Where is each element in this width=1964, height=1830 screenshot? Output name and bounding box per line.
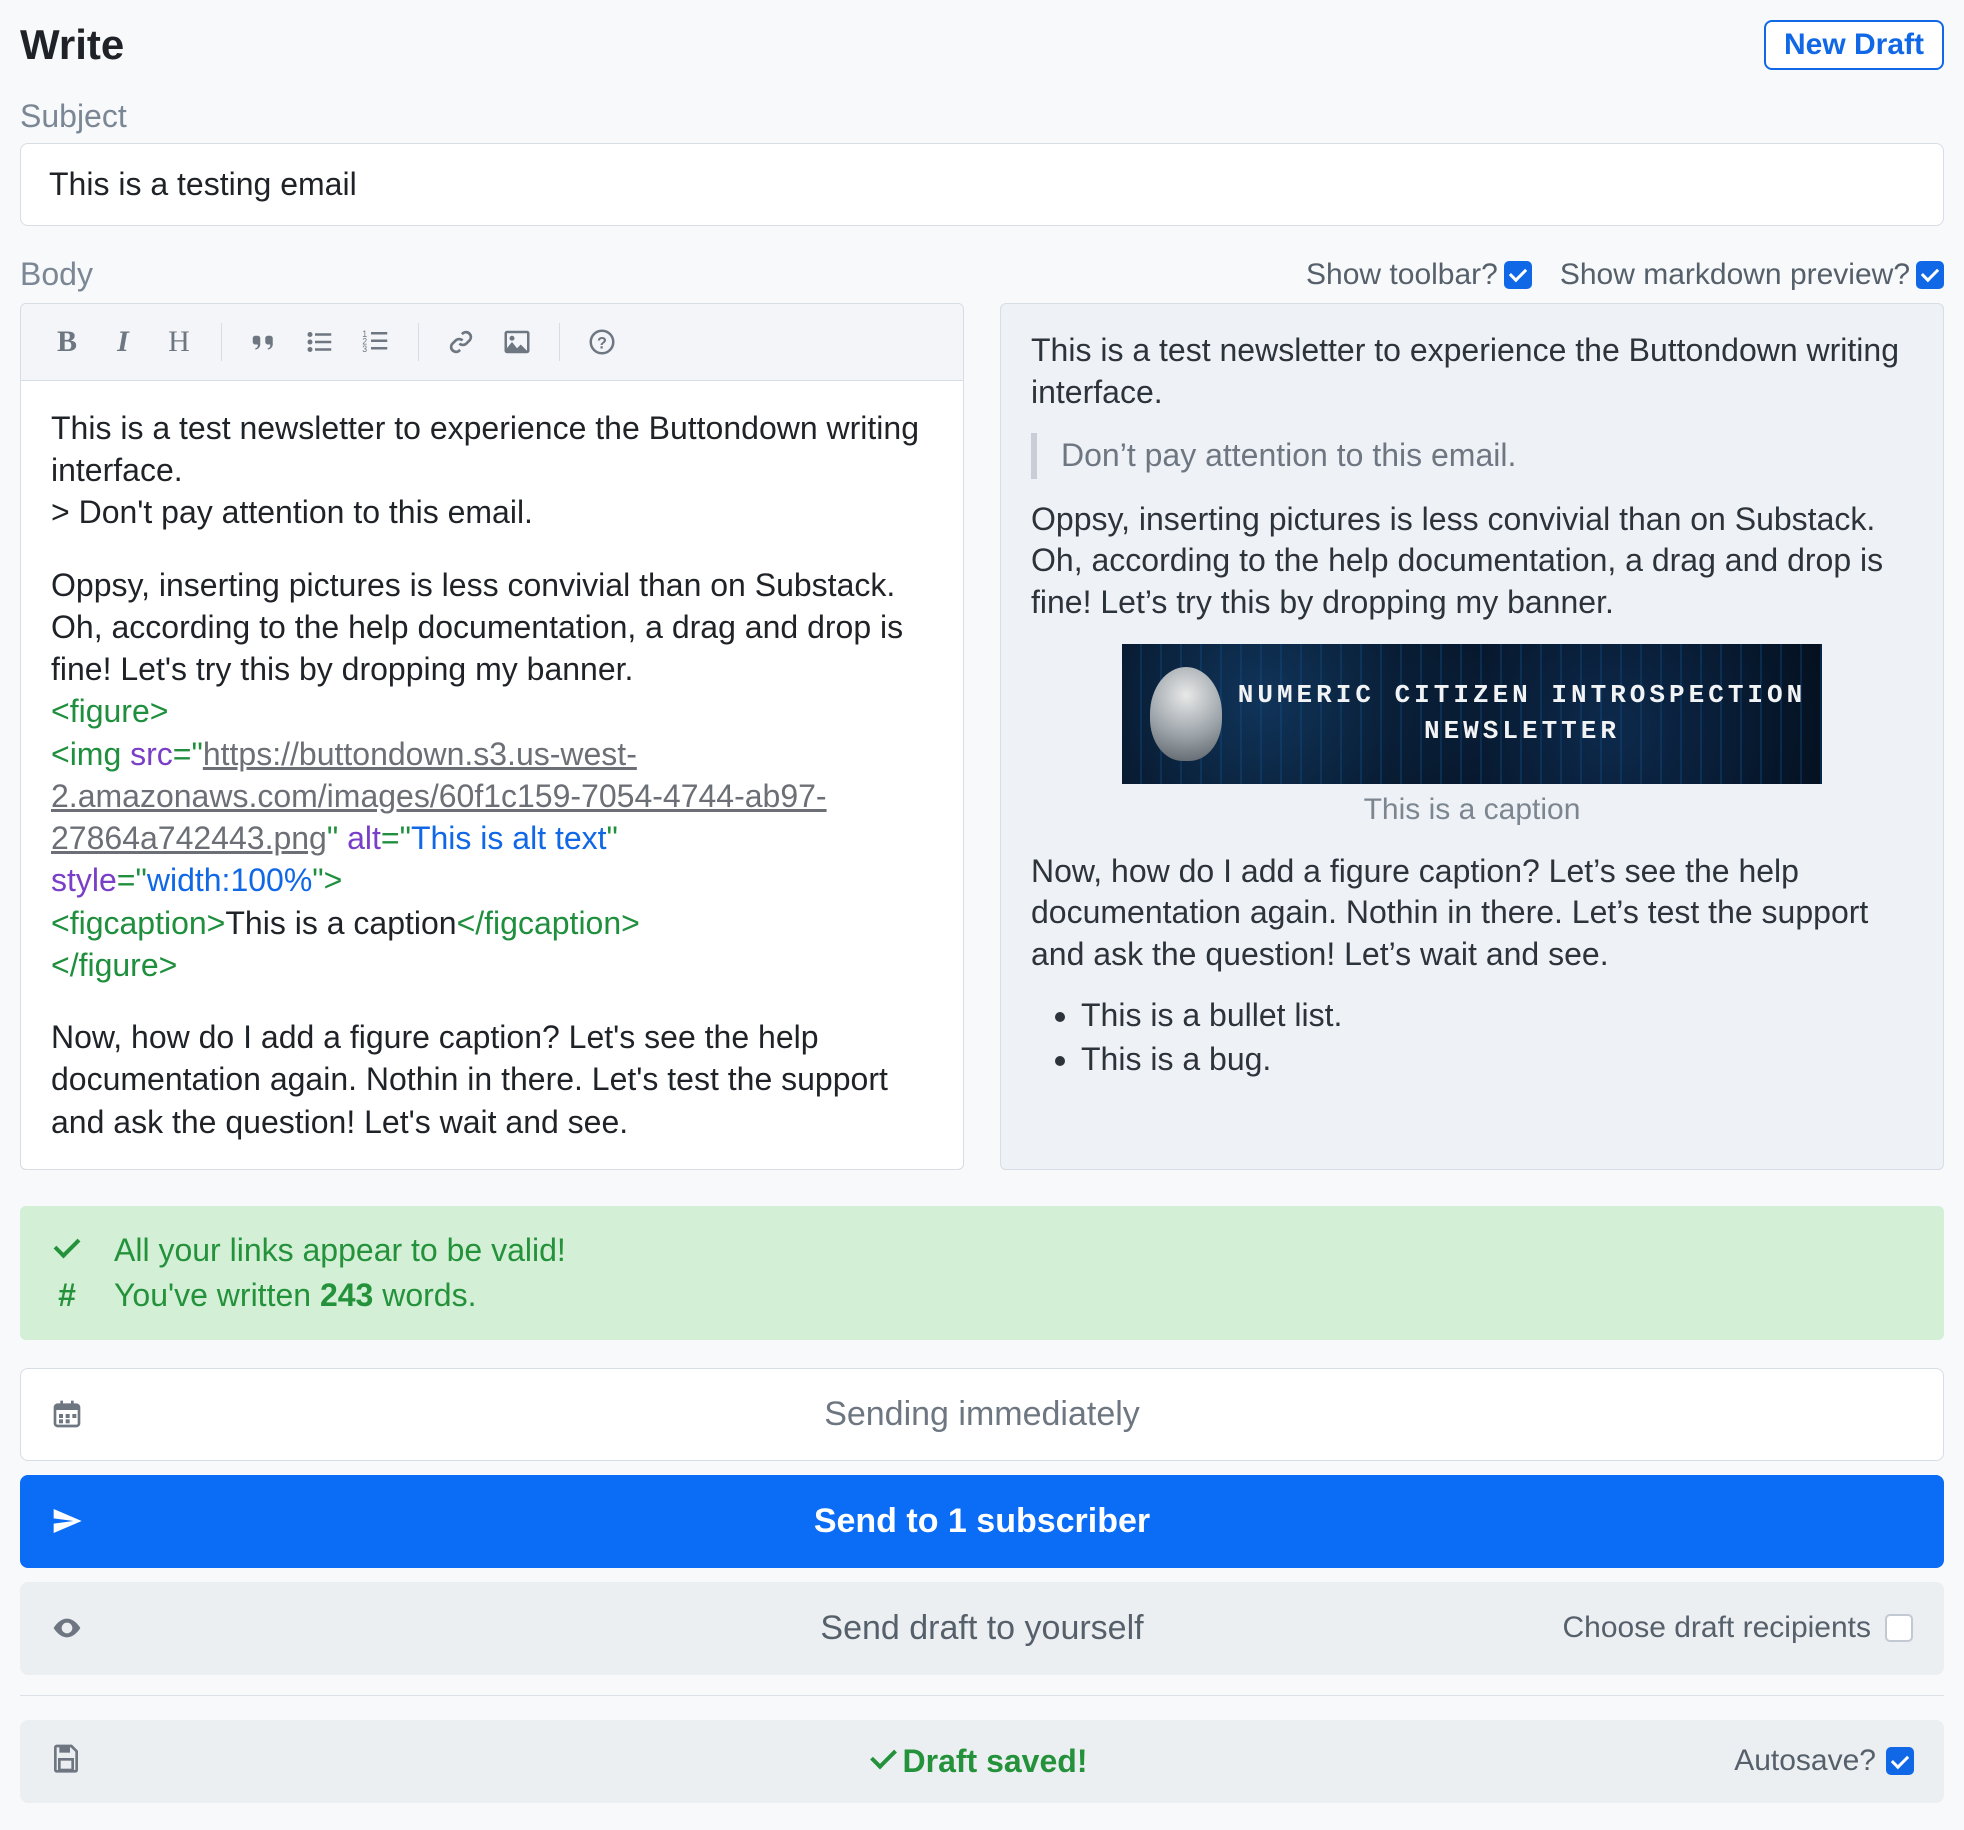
ul-button[interactable] <box>292 320 348 364</box>
preview-blockquote: Don’t pay attention to this email. <box>1031 433 1913 479</box>
image-icon <box>502 327 532 357</box>
schedule-button[interactable]: Sending immediately <box>20 1368 1944 1461</box>
image-button[interactable] <box>489 320 545 364</box>
editor-line: Oppsy, inserting pictures is less conviv… <box>51 564 933 691</box>
ul-icon <box>305 327 335 357</box>
preview-banner-image: NUMERIC CITIZEN INTROSPECTION NEWSLETTER <box>1122 644 1822 784</box>
send-draft-self-button[interactable]: Send draft to yourself Choose draft reci… <box>20 1582 1944 1675</box>
separator <box>20 1695 1944 1696</box>
editor-punct: =" <box>117 862 147 898</box>
editor-textarea[interactable]: This is a test newsletter to experience … <box>21 381 963 1169</box>
draft-saved-label: Draft saved! <box>903 1743 1088 1780</box>
send-button[interactable]: Send to 1 subscriber <box>20 1475 1944 1568</box>
bold-button[interactable]: B <box>39 320 95 364</box>
check-icon <box>877 1743 891 1780</box>
editor-line: This is a test newsletter to experience … <box>51 407 933 491</box>
preview-bullet: This is a bullet list. <box>1081 995 1913 1037</box>
editor-attr: alt <box>347 820 381 856</box>
editor-line: > Don't pay attention to this email. <box>51 491 933 533</box>
check-icon <box>48 1232 86 1269</box>
show-toolbar-checkbox[interactable] <box>1504 261 1532 289</box>
preview-paragraph: Oppsy, inserting pictures is less conviv… <box>1031 499 1913 624</box>
preview-paragraph: Now, how do I add a figure caption? Let’… <box>1031 851 1913 976</box>
subject-input[interactable] <box>20 143 1944 226</box>
editor-punct: " <box>327 820 347 856</box>
quote-icon <box>249 327 279 357</box>
quote-button[interactable] <box>236 320 292 364</box>
ol-icon: 123 <box>361 327 391 357</box>
show-preview-label: Show markdown preview? <box>1560 258 1910 292</box>
links-valid-text: All your links appear to be valid! <box>114 1232 566 1269</box>
choose-recipients-checkbox[interactable] <box>1885 1614 1913 1642</box>
choose-recipients-label[interactable]: Choose draft recipients <box>1563 1611 1872 1645</box>
link-button[interactable] <box>433 320 489 364</box>
subject-label: Subject <box>20 98 1944 135</box>
preview-paragraph: This is a test newsletter to experience … <box>1031 330 1913 413</box>
body-label: Body <box>20 256 93 293</box>
banner-face-graphic <box>1150 667 1222 761</box>
editor-line: Now, how do I add a figure caption? Let'… <box>51 1016 933 1143</box>
schedule-label: Sending immediately <box>824 1395 1140 1434</box>
autosave-label: Autosave? <box>1734 1744 1876 1778</box>
word-count-text: You've written 243 words. <box>114 1277 476 1314</box>
link-icon <box>446 327 476 357</box>
editor-tag: </figcaption> <box>457 905 640 941</box>
eye-icon <box>51 1612 83 1644</box>
editor-text: This is a caption <box>225 905 456 941</box>
status-box: All your links appear to be valid! # You… <box>20 1206 1944 1340</box>
page-title: Write <box>20 21 124 69</box>
new-draft-button[interactable]: New Draft <box>1764 20 1944 70</box>
heading-button[interactable]: H <box>151 320 207 364</box>
calendar-icon <box>51 1398 83 1430</box>
editor-punct: =" <box>381 820 411 856</box>
editor-attrval: width:100% <box>147 862 312 898</box>
banner-text: NUMERIC CITIZEN INTROSPECTION NEWSLETTER <box>1238 678 1806 748</box>
svg-text:3: 3 <box>362 344 367 354</box>
send-icon <box>51 1505 83 1537</box>
svg-text:?: ? <box>597 334 607 352</box>
preview-bullet: This is a bug. <box>1081 1039 1913 1081</box>
show-toolbar-label: Show toolbar? <box>1306 258 1498 292</box>
editor-tag: <img <box>51 736 130 772</box>
editor-tag: <figure> <box>51 693 168 729</box>
send-label: Send to 1 subscriber <box>814 1502 1150 1541</box>
editor-punct: =" <box>173 736 203 772</box>
save-bar: Draft saved! Autosave? <box>20 1720 1944 1803</box>
editor-punct: "> <box>312 862 342 898</box>
help-button[interactable]: ? <box>574 320 630 364</box>
editor-attrval: This is alt text <box>411 820 607 856</box>
editor-tag: <figcaption> <box>51 905 225 941</box>
editor-tag: </figure> <box>51 947 177 983</box>
editor-attr: src <box>130 736 173 772</box>
preview-pane: This is a test newsletter to experience … <box>1000 303 1944 1170</box>
editor-punct: " <box>607 820 618 856</box>
help-icon: ? <box>587 327 617 357</box>
editor-pane: B I H 123 ? Thi <box>20 303 964 1170</box>
italic-button[interactable]: I <box>95 320 151 364</box>
ol-button[interactable]: 123 <box>348 320 404 364</box>
hash-icon: # <box>48 1277 86 1314</box>
send-draft-self-label: Send draft to yourself <box>820 1609 1143 1648</box>
save-icon[interactable] <box>50 1742 82 1781</box>
editor-toolbar: B I H 123 ? <box>21 304 963 381</box>
editor-attr: style <box>51 862 117 898</box>
autosave-checkbox[interactable] <box>1886 1747 1914 1775</box>
show-preview-checkbox[interactable] <box>1916 261 1944 289</box>
preview-caption: This is a caption <box>1031 790 1913 829</box>
